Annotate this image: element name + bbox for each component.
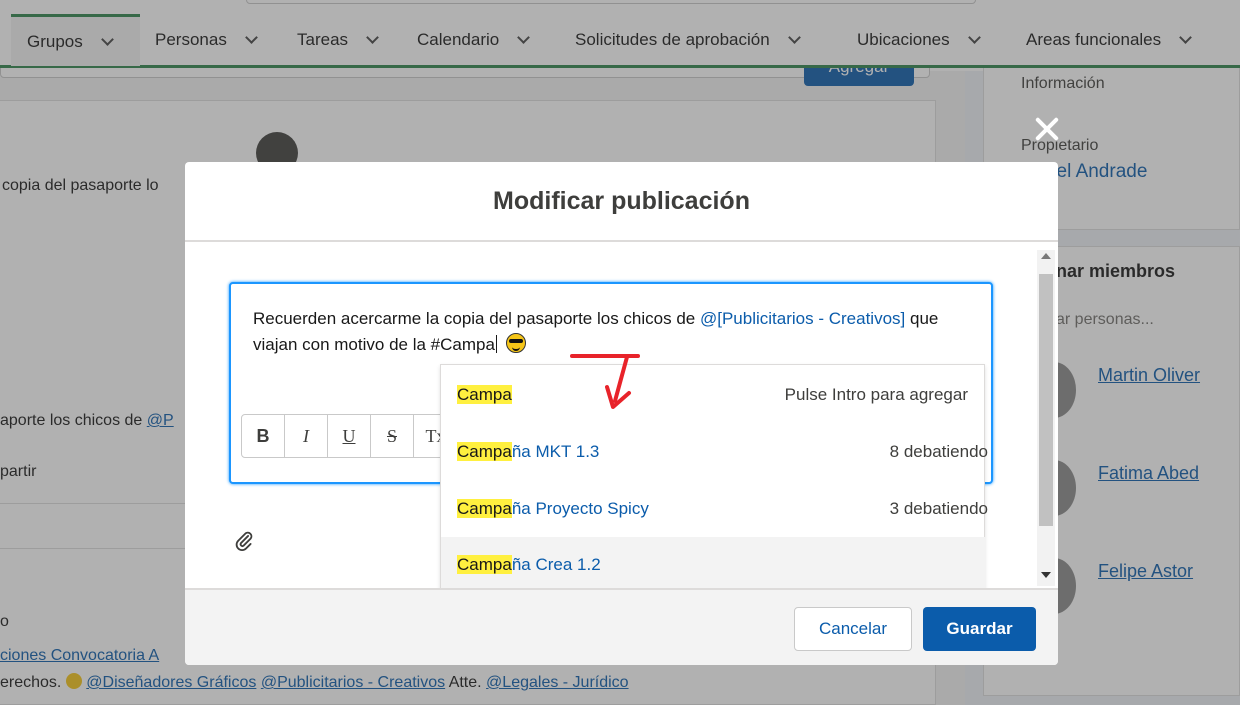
editor-content[interactable]: Recuerden acercarme la copia del pasapor… xyxy=(253,306,973,358)
modal-footer: Cancelar Guardar xyxy=(185,588,1058,665)
cancel-button[interactable]: Cancelar xyxy=(794,607,912,651)
suggestion-name: Campaña Proyecto Spicy xyxy=(457,499,649,518)
editor-hashtag: #Campa xyxy=(430,335,495,354)
underline-button[interactable]: U xyxy=(328,415,371,457)
suggestion-meta: 3 debatiendo xyxy=(889,499,988,518)
scroll-thumb[interactable] xyxy=(1039,274,1053,526)
suggestion-item[interactable]: Campaña MKT 1.3 8 debatiendo xyxy=(441,424,988,480)
scroll-down-icon[interactable] xyxy=(1041,572,1051,578)
scroll-up-icon[interactable] xyxy=(1041,253,1051,259)
suggestion-meta: Pulse Intro para agregar xyxy=(784,385,968,404)
attach-icon[interactable] xyxy=(233,530,255,552)
annotation-arrow-icon xyxy=(605,355,631,409)
suggestion-name: Campa xyxy=(457,385,512,404)
suggestion-name: Campaña Crea 1.2 xyxy=(457,555,601,574)
text-caret xyxy=(495,335,497,353)
suggestion-item[interactable]: Campaña Proyecto Spicy 3 debatiendo xyxy=(441,481,988,537)
suggestion-item[interactable]: Campa Pulse Intro para agregar xyxy=(441,367,986,423)
editor-text: Recuerden acercarme la copia del pasapor… xyxy=(253,309,696,328)
modal-scrollbar[interactable] xyxy=(1037,250,1055,586)
suggestion-meta: 8 debatiendo xyxy=(889,442,988,461)
format-toolbar: B I U S Tx xyxy=(241,414,458,458)
emoji-sunglasses-icon xyxy=(505,333,526,353)
italic-button[interactable]: I xyxy=(285,415,328,457)
suggestion-name: Campaña MKT 1.3 xyxy=(457,442,600,461)
bold-button[interactable]: B xyxy=(242,415,285,457)
editor-mention[interactable]: @[Publicitarios - Creativos] xyxy=(700,309,905,328)
hashtag-suggestions: Campa Pulse Intro para agregar Campaña M… xyxy=(440,364,988,593)
suggestion-item[interactable]: Campaña Crea 1.2 xyxy=(441,537,986,593)
close-icon[interactable] xyxy=(1030,112,1064,146)
strikethrough-button[interactable]: S xyxy=(371,415,414,457)
edit-post-modal: Modificar publicación Recuerden acercarm… xyxy=(185,162,1058,665)
save-button[interactable]: Guardar xyxy=(923,607,1036,651)
modal-title: Modificar publicación xyxy=(493,186,750,215)
modal-header: Modificar publicación xyxy=(185,162,1058,242)
